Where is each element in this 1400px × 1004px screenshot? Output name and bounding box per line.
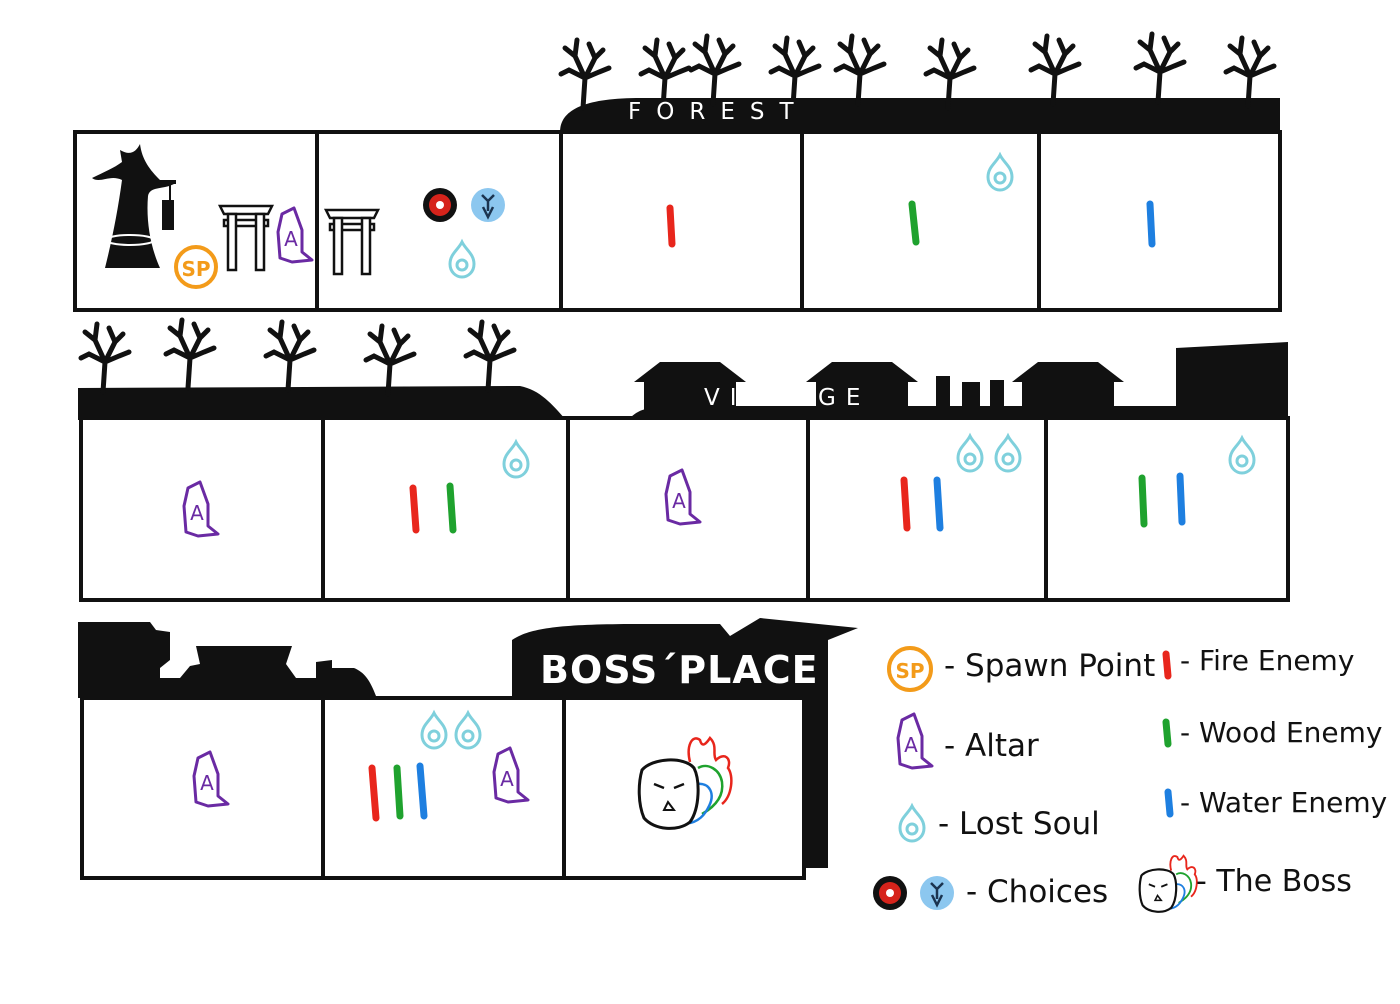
legend-spawn-icon: SP (887, 646, 933, 692)
fire-enemy-marker (666, 204, 676, 248)
level-map-canvas: SP A A A A A SP A (73, 0, 1290, 913)
wood-enemy-marker (908, 200, 920, 246)
legend-spawn-point-label: - Spawn Point (944, 648, 1156, 684)
legend-blue-choice-icon (918, 874, 956, 912)
legend-the-boss-label: - The Boss (1196, 864, 1352, 899)
fire-enemy-marker (900, 476, 911, 532)
altar-letter: A (284, 227, 298, 251)
legend-lost-soul-icon (898, 804, 926, 843)
altar-letter: A (672, 489, 686, 513)
level-map: SP A A A A A SP A FOREST VILLAGE BOSS´PL… (0, 0, 1400, 1000)
spawn-point-label: SP (181, 257, 210, 281)
legend-fire-enemy-icon (1162, 650, 1172, 680)
wood-enemy-marker (393, 764, 404, 820)
altar-letter: A (190, 501, 204, 525)
village-title: VILLAGE (704, 385, 871, 411)
fire-enemy-marker (409, 484, 420, 534)
altar-letter: A (500, 767, 514, 791)
wood-enemy-marker (446, 482, 457, 534)
water-enemy-marker (1176, 472, 1186, 526)
water-enemy-marker (1146, 200, 1156, 248)
spawn-point-icon: SP (174, 245, 218, 289)
legend-lost-soul-label: - Lost Soul (938, 806, 1100, 842)
legend-water-enemy-label: - Water Enemy (1180, 786, 1388, 819)
legend-water-enemy-icon (1164, 788, 1174, 818)
legend-wood-enemy-label: - Wood Enemy (1180, 716, 1383, 749)
legend-boss-icon (1138, 854, 1198, 913)
legend-altar-icon: A (896, 712, 934, 770)
boss-place-title: BOSS´PLACE (540, 648, 819, 692)
legend: SP A (873, 646, 1198, 913)
legend-spawn-letters: SP (895, 659, 924, 683)
fire-enemy-marker (368, 764, 380, 822)
legend-choices-label: - Choices (966, 874, 1109, 910)
water-enemy-marker (933, 476, 944, 532)
legend-red-choice-icon (873, 876, 907, 910)
village-forest-silhouette (78, 320, 566, 420)
legend-fire-enemy-label: - Fire Enemy (1180, 644, 1355, 677)
legend-wood-enemy-icon (1162, 718, 1172, 748)
legend-altar-letter: A (904, 733, 918, 757)
forest-title: FOREST (628, 99, 809, 125)
legend-altar-label: - Altar (944, 728, 1039, 764)
wood-enemy-marker (1138, 474, 1148, 528)
altar-letter: A (200, 771, 214, 795)
red-choice-icon (423, 188, 457, 222)
blue-choice-icon (469, 186, 507, 224)
water-enemy-marker (416, 762, 428, 820)
